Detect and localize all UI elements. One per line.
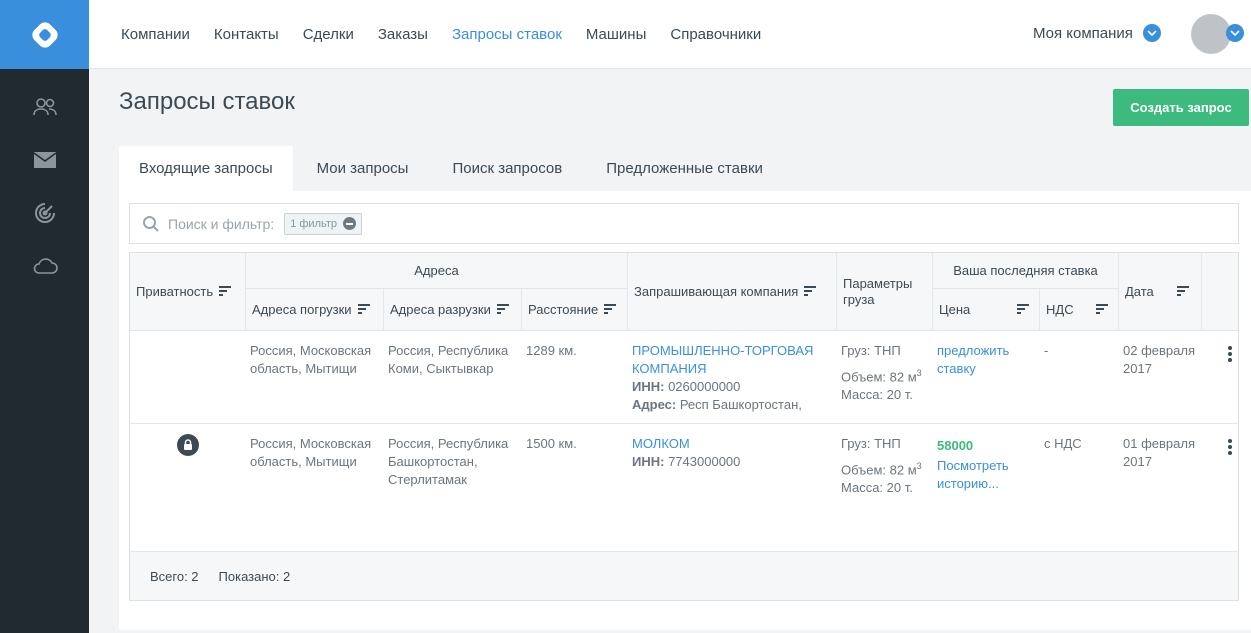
column-vat[interactable]: НДС xyxy=(1040,289,1119,331)
tabs: Входящие запросы Мои запросы Поиск запро… xyxy=(119,146,783,191)
nav-vehicles[interactable]: Машины xyxy=(586,26,646,43)
tab-search-requests[interactable]: Поиск запросов xyxy=(432,146,582,191)
filter-chip[interactable]: 1 фильтр xyxy=(284,212,363,235)
company-name: Моя компания xyxy=(1033,24,1133,42)
column-company[interactable]: Запрашивающая компания xyxy=(628,253,837,331)
filter-chip-label: 1 фильтр xyxy=(290,217,338,230)
user-avatar[interactable] xyxy=(1191,14,1231,54)
sort-icon[interactable] xyxy=(357,302,370,317)
date-value: 02 февраля 2017 xyxy=(1123,343,1195,376)
sort-icon[interactable] xyxy=(1177,284,1189,299)
column-cargo: Параметры груза xyxy=(837,253,933,331)
main-nav: Компании Контакты Сделки Заказы Запросы … xyxy=(121,0,785,69)
distance: 1500 км. xyxy=(526,436,577,451)
column-date[interactable]: Дата xyxy=(1119,253,1202,331)
vat-value: с НДС xyxy=(1044,436,1082,451)
target-icon[interactable] xyxy=(0,193,89,233)
shown-count: Показано: 2 xyxy=(218,569,291,584)
contacts-icon[interactable] xyxy=(0,87,89,127)
view-history-link[interactable]: Посмотреть историю... xyxy=(937,457,1033,493)
chevron-down-icon[interactable] xyxy=(1226,24,1244,42)
price-info: 58000 Посмотреть историю... xyxy=(937,424,1033,493)
company-info: МОЛКОМ ИНН: 7743000000 xyxy=(632,424,832,471)
create-request-button[interactable]: Создать запрос xyxy=(1113,89,1249,126)
search-icon xyxy=(143,215,159,232)
sort-icon[interactable] xyxy=(496,302,509,317)
column-price[interactable]: Цена xyxy=(933,289,1040,331)
page-title: Запросы ставок xyxy=(119,88,295,115)
cargo-params: Груз: ТНП Объем: 82 м3 Масса: 20 т. xyxy=(841,343,922,403)
app-logo[interactable] xyxy=(0,0,89,69)
column-unload-address[interactable]: Адреса разрузки xyxy=(384,289,522,331)
search-input[interactable]: Поиск и фильтр: 1 фильтр xyxy=(129,203,1239,244)
tab-offered-bids[interactable]: Предложенные ставки xyxy=(586,146,783,191)
column-load-address[interactable]: Адреса погрузки xyxy=(246,289,384,331)
sort-icon[interactable] xyxy=(1017,302,1029,317)
sort-icon[interactable] xyxy=(604,302,617,317)
sort-icon[interactable] xyxy=(804,284,817,299)
cargo-params: Груз: ТНП Объем: 82 м3 Масса: 20 т. xyxy=(841,436,922,496)
company-link[interactable]: МОЛКОМ xyxy=(632,435,832,453)
load-address: Россия, Московская область, Мытищи xyxy=(250,436,372,469)
tab-incoming[interactable]: Входящие запросы xyxy=(119,146,293,191)
chevron-down-icon xyxy=(1142,24,1161,42)
sort-icon[interactable] xyxy=(1096,302,1108,317)
nav-companies[interactable]: Компании xyxy=(121,26,190,43)
nav-deals[interactable]: Сделки xyxy=(303,26,354,43)
row-menu-icon[interactable] xyxy=(1223,342,1237,366)
unload-address: Россия, Республика Коми, Сыктывкар xyxy=(388,343,509,376)
row-menu-icon[interactable] xyxy=(1223,435,1237,459)
top-navbar: Компании Контакты Сделки Заказы Запросы … xyxy=(89,0,1251,69)
sidebar xyxy=(0,0,89,633)
load-address: Россия, Московская область, Мытищи xyxy=(250,343,372,376)
nav-directories[interactable]: Справочники xyxy=(670,26,761,43)
column-group-addresses: Адреса xyxy=(246,253,628,289)
logo-icon xyxy=(31,21,58,48)
distance: 1289 км. xyxy=(526,343,577,358)
table-footer: Всего: 2 Показано: 2 xyxy=(130,551,1238,600)
date-value: 01 февраля 2017 xyxy=(1123,436,1195,469)
unload-address: Россия, Республика Башкортостан, Стерлит… xyxy=(388,436,509,487)
table-row[interactable]: Россия, Московская область, Мытищи Росси… xyxy=(130,424,1238,551)
content-panel: Поиск и фильтр: 1 фильтр Приватность Адр… xyxy=(119,191,1251,630)
table-row[interactable]: Россия, Московская область, Мытищи Росси… xyxy=(130,331,1238,424)
nav-contacts[interactable]: Контакты xyxy=(214,26,279,43)
column-actions xyxy=(1202,253,1238,331)
company-info: ПРОМЫШЛЕННО-ТОРГОВАЯ КОМПАНИЯ ИНН: 02600… xyxy=(632,331,832,414)
sort-icon[interactable] xyxy=(219,284,232,299)
company-selector[interactable]: Моя компания xyxy=(1033,24,1161,42)
remove-filter-icon[interactable] xyxy=(343,217,357,230)
nav-bid-requests[interactable]: Запросы ставок xyxy=(452,26,562,43)
vat-value: - xyxy=(1044,343,1049,358)
search-placeholder: Поиск и фильтр: xyxy=(168,215,275,232)
column-group-last-bid: Ваша последняя ставка xyxy=(933,253,1119,289)
lock-icon xyxy=(177,434,199,456)
cloud-icon[interactable] xyxy=(0,246,89,286)
nav-orders[interactable]: Заказы xyxy=(378,26,428,43)
bid-requests-table: Приватность Адреса Адреса погрузки Адрес… xyxy=(129,252,1239,601)
price-value: 58000 xyxy=(937,438,974,453)
offer-bid-link[interactable]: предложить ставку xyxy=(937,331,1033,378)
column-privacy[interactable]: Приватность xyxy=(130,253,246,331)
total-count: Всего: 2 xyxy=(150,569,199,584)
tab-my-requests[interactable]: Мои запросы xyxy=(297,146,429,191)
column-distance[interactable]: Расстояние xyxy=(522,289,628,331)
mail-icon[interactable] xyxy=(0,140,89,180)
company-link[interactable]: ПРОМЫШЛЕННО-ТОРГОВАЯ КОМПАНИЯ xyxy=(632,342,832,378)
